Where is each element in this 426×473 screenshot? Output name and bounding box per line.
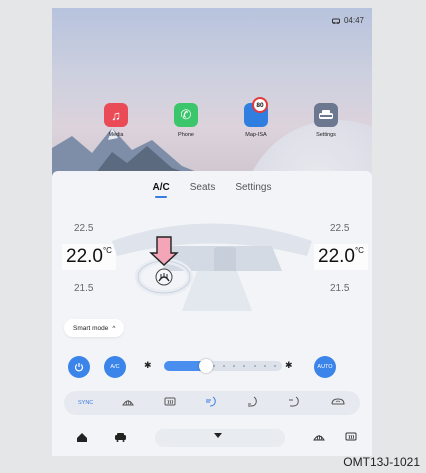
fan-high-icon[interactable]: ✱ (285, 360, 293, 371)
sync-button[interactable]: SYNC (78, 400, 93, 406)
tab-settings[interactable]: Settings (235, 182, 271, 197)
left-temp-value: 22.0 (66, 246, 103, 267)
air-feet-icon[interactable] (246, 396, 260, 410)
home-wallpaper: 04:47 ♫ Media ✆ Phone 80 Map-ISA Setting… (52, 8, 372, 178)
image-caption: OMT13J-1021 (343, 455, 420, 469)
tab-ac[interactable]: A/C (153, 182, 170, 198)
phone-icon: ✆ (174, 103, 198, 127)
settings-car-icon (314, 103, 338, 127)
power-icon (74, 363, 84, 372)
ac-button[interactable]: A/C (104, 356, 126, 378)
front-defrost-icon[interactable] (312, 432, 326, 445)
recirculation-icon[interactable] (330, 397, 346, 409)
screen: 04:47 ♫ Media ✆ Phone 80 Map-ISA Setting… (52, 8, 372, 456)
right-temp-down[interactable]: 21.5 (330, 283, 349, 294)
app-map-isa[interactable]: 80 Map-ISA (234, 97, 278, 138)
smart-mode-label: Smart mode (73, 324, 109, 332)
power-button[interactable] (68, 356, 90, 378)
right-temp-value: 22.0 (318, 246, 355, 267)
bottom-nav (52, 423, 372, 456)
fan-low-icon[interactable]: ✱ (144, 360, 152, 371)
car-interior-graphic (112, 223, 312, 311)
left-temp-down[interactable]: 21.5 (74, 283, 93, 294)
car-link-icon (331, 18, 340, 24)
app-label: Phone (178, 132, 194, 138)
climate-panel: A/C Seats Settings 22.5 22.0°C 21.5 22.5… (52, 171, 372, 456)
mountains-graphic (52, 128, 212, 178)
home-icon[interactable] (76, 432, 88, 446)
clock: 04:47 (343, 16, 364, 25)
slider-knob[interactable] (199, 359, 214, 373)
app-label: Map-ISA (245, 132, 267, 138)
airflow-bar: SYNC (64, 391, 360, 415)
app-label: Media (108, 132, 124, 138)
right-temp-unit: °C (354, 246, 364, 255)
app-settings[interactable]: Settings (304, 103, 348, 138)
map-icon: 80 (244, 97, 268, 127)
app-label: Settings (316, 132, 336, 138)
nav-handle[interactable] (155, 429, 285, 447)
tab-seats[interactable]: Seats (190, 182, 216, 197)
car-icon[interactable] (114, 432, 127, 445)
air-face-icon[interactable] (205, 396, 219, 410)
front-defrost-icon[interactable] (121, 397, 135, 409)
left-temp-up[interactable]: 22.5 (74, 223, 93, 234)
chevron-down-icon[interactable] (214, 433, 222, 438)
rear-defrost-icon[interactable] (163, 397, 177, 409)
air-face-feet-icon[interactable] (288, 396, 302, 410)
status-bar: 04:47 (331, 16, 364, 25)
app-phone[interactable]: ✆ Phone (164, 103, 208, 138)
auto-button[interactable]: AUTO (314, 356, 336, 378)
music-note-icon: ♫ (104, 103, 128, 127)
climate-tabs: A/C Seats Settings (52, 182, 372, 198)
right-temp-up[interactable]: 22.5 (330, 223, 349, 234)
smart-mode-button[interactable]: Smart mode ^ (64, 319, 125, 337)
app-media[interactable]: ♫ Media (94, 103, 138, 138)
right-temp-current[interactable]: 22.0°C (314, 244, 368, 270)
fan-speed-slider[interactable] (164, 359, 282, 373)
chevron-up-icon: ^ (112, 324, 116, 332)
rear-defrost-icon[interactable] (344, 432, 358, 445)
speed-limit-badge: 80 (252, 97, 268, 113)
